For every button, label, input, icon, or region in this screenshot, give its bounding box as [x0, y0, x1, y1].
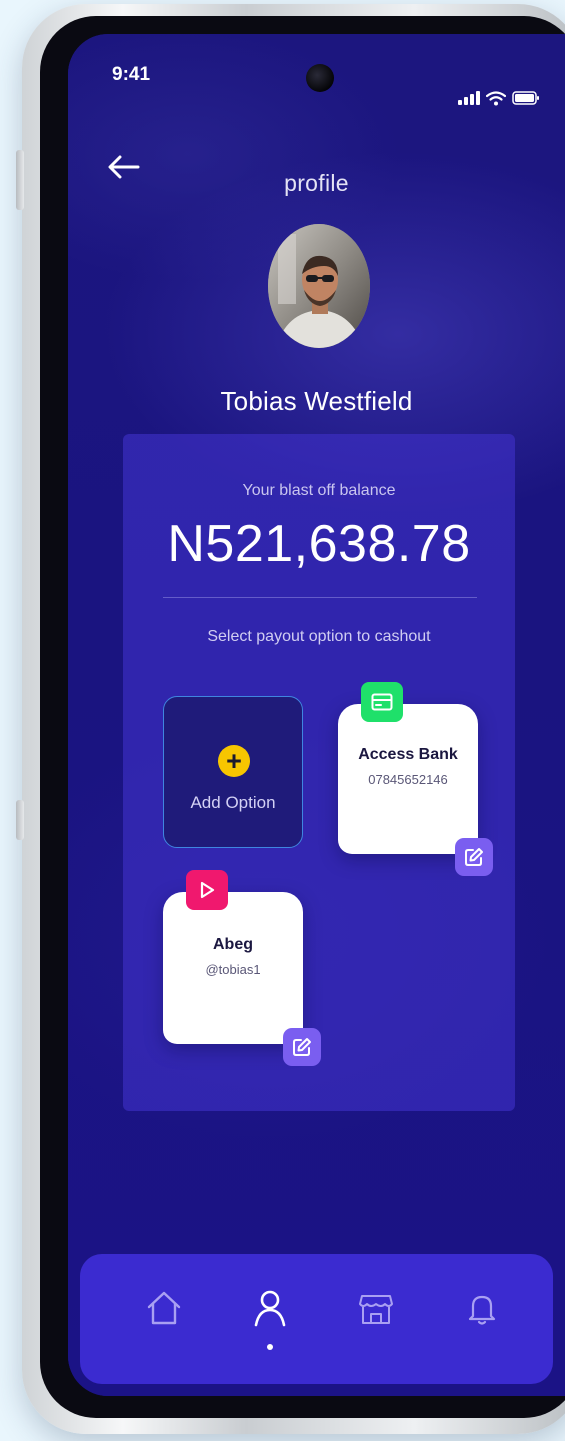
- status-time: 9:41: [112, 64, 151, 85]
- add-option-button[interactable]: + Add Option: [163, 696, 303, 848]
- user-name: Tobias Westfield: [220, 386, 413, 416]
- card-icon: [361, 682, 403, 722]
- plus-icon: +: [218, 745, 250, 777]
- nav-store[interactable]: [352, 1284, 400, 1332]
- page-title: profile: [284, 170, 349, 196]
- user-icon: [254, 1290, 286, 1327]
- wifi-icon: [486, 90, 506, 105]
- payout-card-detail: @tobias1: [205, 962, 261, 977]
- nav-home[interactable]: [140, 1284, 188, 1332]
- edit-icon[interactable]: [283, 1028, 321, 1066]
- active-indicator: [267, 1344, 273, 1350]
- app-screen: 9:41 profile Tobias Westfield Your blast…: [68, 34, 565, 1396]
- payout-card-name: Abeg: [213, 936, 253, 953]
- payout-card-access-bank[interactable]: Access Bank 07845652146: [338, 704, 478, 854]
- battery-icon: [512, 91, 539, 105]
- nav-profile[interactable]: [246, 1284, 294, 1332]
- side-button: [16, 800, 24, 840]
- bottom-nav: [80, 1254, 553, 1384]
- balance-card: Your blast off balance N521,638.78 Selec…: [123, 434, 515, 1111]
- add-option-label: Add Option: [190, 793, 276, 812]
- device-stage: 9:41 profile Tobias Westfield Your blast…: [0, 0, 565, 1441]
- balance-divider: [163, 597, 477, 598]
- store-icon: [359, 1295, 393, 1324]
- home-icon: [147, 1291, 181, 1325]
- avatar[interactable]: [268, 224, 370, 348]
- payout-card-name: Access Bank: [358, 746, 458, 763]
- volume-button: [16, 150, 24, 210]
- balance-label: Your blast off balance: [242, 482, 396, 499]
- payout-instruction: Select payout option to cashout: [207, 628, 431, 645]
- nav-notifications[interactable]: [458, 1284, 506, 1332]
- bell-icon: [468, 1295, 496, 1325]
- balance-amount: N521,638.78: [167, 515, 471, 573]
- front-camera: [306, 64, 334, 92]
- payout-card-abeg[interactable]: Abeg @tobias1: [163, 892, 303, 1044]
- payout-card-detail: 07845652146: [368, 772, 448, 787]
- play-icon: [186, 870, 228, 910]
- status-icons: [458, 88, 540, 108]
- edit-icon[interactable]: [455, 838, 493, 876]
- cellular-signal-icon: [458, 91, 480, 105]
- profile-photo: [268, 224, 370, 348]
